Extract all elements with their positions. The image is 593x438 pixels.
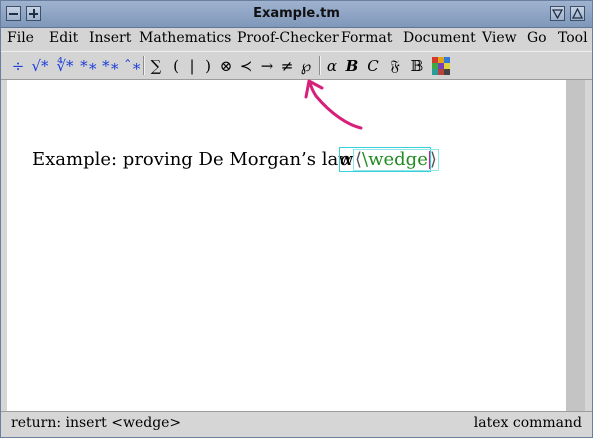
status-message: return: insert <wedge> [11,415,182,431]
status-mode: latex command [473,415,582,431]
status-bar: return: insert <wedge> latex command [1,411,592,437]
app-window: Example.tm File Edit Insert Mathematics … [0,0,593,438]
annotation-arrow-icon [304,79,363,130]
